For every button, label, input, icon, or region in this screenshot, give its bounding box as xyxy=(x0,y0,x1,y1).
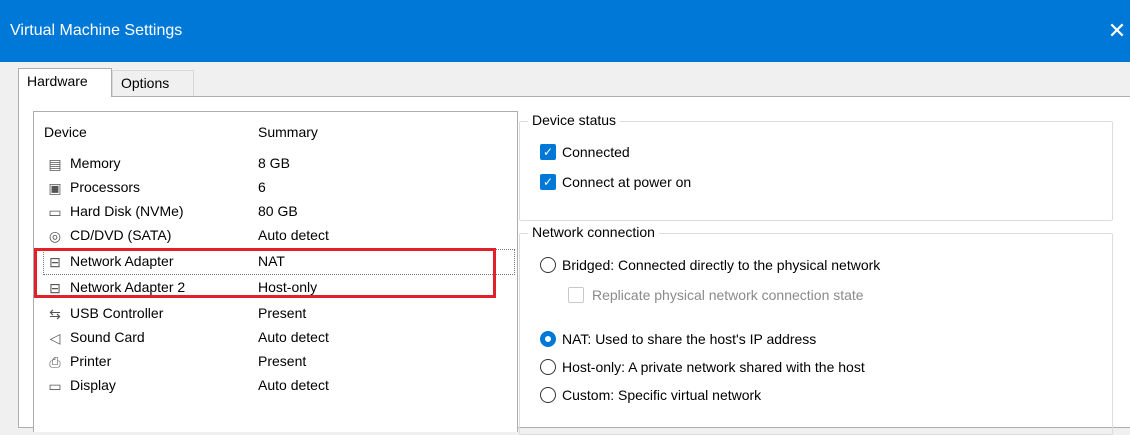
device-summary: NAT xyxy=(258,253,285,269)
device-row-sound-card[interactable]: ◁ Sound Card Auto detect xyxy=(44,326,514,350)
device-row-processors[interactable]: ▣ Processors 6 xyxy=(44,176,514,200)
device-row-network-adapter-2[interactable]: ⊟ Network Adapter 2 Host-only xyxy=(44,276,514,300)
host-only-label[interactable]: Host-only: A private network shared with… xyxy=(562,359,865,375)
replicate-label[interactable]: Replicate physical network connection st… xyxy=(592,287,864,303)
device-summary: Auto detect xyxy=(258,227,329,243)
speaker-icon: ◁ xyxy=(49,330,61,346)
device-row-usb-controller[interactable]: ⇆ USB Controller Present xyxy=(44,302,514,326)
bridged-radio[interactable] xyxy=(540,257,556,273)
device-status-legend: Device status xyxy=(528,112,621,128)
connect-at-power-on-label[interactable]: Connect at power on xyxy=(562,174,691,190)
memory-icon: ▤ xyxy=(48,156,62,172)
custom-radio[interactable] xyxy=(540,387,556,403)
network-adapter-icon: ⊟ xyxy=(49,254,61,270)
custom-label[interactable]: Custom: Specific virtual network xyxy=(562,387,761,403)
device-summary: 8 GB xyxy=(258,155,290,171)
device-column-header[interactable]: Device xyxy=(44,124,87,140)
device-row-hard-disk[interactable]: ▭ Hard Disk (NVMe) 80 GB xyxy=(44,200,514,224)
display-icon: ▭ xyxy=(48,378,62,394)
host-only-radio[interactable] xyxy=(540,359,556,375)
device-summary: 6 xyxy=(258,179,266,195)
device-summary: Auto detect xyxy=(258,377,329,393)
cd-dvd-icon: ◎ xyxy=(48,228,62,244)
connected-label[interactable]: Connected xyxy=(562,144,630,160)
device-name: Display xyxy=(70,377,116,393)
device-name: Sound Card xyxy=(70,329,145,345)
hard-disk-icon: ▭ xyxy=(48,204,62,220)
device-status-group: Device status ✓ Connected ✓ Connect at p… xyxy=(519,112,1113,221)
device-row-cd-dvd[interactable]: ◎ CD/DVD (SATA) Auto detect xyxy=(44,224,514,248)
window-title: Virtual Machine Settings xyxy=(10,22,183,39)
device-name: Processors xyxy=(70,179,141,195)
title-bar: Virtual Machine Settings ✕ xyxy=(0,0,1130,62)
connected-checkbox[interactable]: ✓ xyxy=(540,144,556,160)
usb-icon: ⇆ xyxy=(49,306,61,322)
device-name: CD/DVD (SATA) xyxy=(70,227,172,243)
tab-options[interactable]: Options xyxy=(112,70,194,96)
connect-at-power-on-checkbox[interactable]: ✓ xyxy=(540,174,556,190)
device-row-network-adapter[interactable]: ⊟ Network Adapter NAT xyxy=(43,249,515,275)
tab-hardware[interactable]: Hardware xyxy=(18,68,112,97)
summary-column-header[interactable]: Summary xyxy=(258,124,318,140)
network-connection-legend: Network connection xyxy=(528,224,659,240)
device-summary: Present xyxy=(258,353,307,369)
hardware-page: Device Summary ▤ Memory 8 GB ▣ Processor… xyxy=(18,96,1130,435)
device-name: USB Controller xyxy=(70,305,164,321)
bridged-label[interactable]: Bridged: Connected directly to the physi… xyxy=(562,257,880,273)
device-name: Memory xyxy=(70,155,121,171)
close-icon[interactable]: ✕ xyxy=(1104,14,1130,48)
device-summary: 80 GB xyxy=(258,203,298,219)
replicate-checkbox[interactable] xyxy=(568,287,584,303)
device-summary: Present xyxy=(258,305,307,321)
device-name: Network Adapter 2 xyxy=(70,279,186,295)
nat-label[interactable]: NAT: Used to share the host's IP address xyxy=(562,331,816,347)
printer-icon: ⎙ xyxy=(49,354,61,370)
device-name: Printer xyxy=(70,353,112,369)
device-summary: Auto detect xyxy=(258,329,329,345)
device-row-printer[interactable]: ⎙ Printer Present xyxy=(44,350,514,374)
processor-icon: ▣ xyxy=(48,180,62,196)
device-name: Hard Disk (NVMe) xyxy=(70,203,184,219)
device-name: Network Adapter xyxy=(70,253,174,269)
network-adapter-icon: ⊟ xyxy=(49,280,61,296)
network-connection-group: Network connection Bridged: Connected di… xyxy=(519,224,1113,435)
device-list[interactable]: Device Summary ▤ Memory 8 GB ▣ Processor… xyxy=(33,111,518,432)
device-row-display[interactable]: ▭ Display Auto detect xyxy=(44,374,514,398)
nat-radio[interactable] xyxy=(540,331,556,347)
device-summary: Host-only xyxy=(258,279,318,295)
device-row-memory[interactable]: ▤ Memory 8 GB xyxy=(44,152,514,176)
